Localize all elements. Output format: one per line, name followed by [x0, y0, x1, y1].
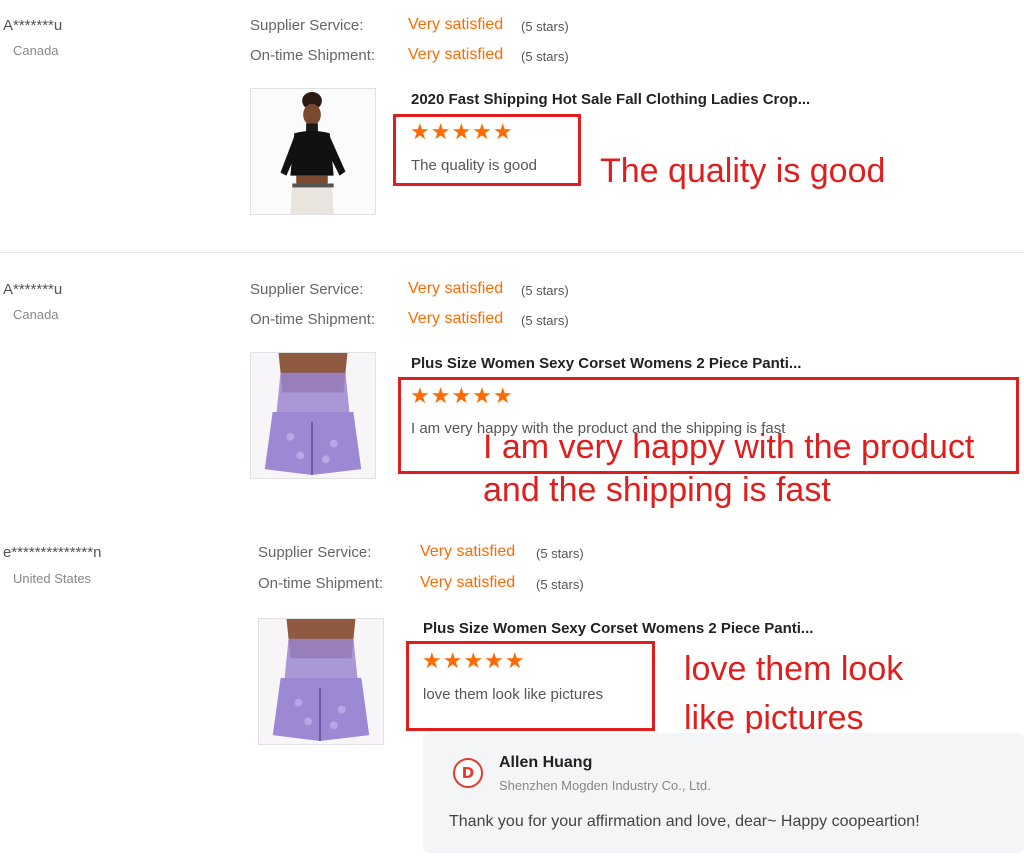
supplier-service-value: Very satisfied — [408, 280, 504, 297]
shipment-stars: (5 stars) — [536, 577, 584, 592]
company-logo-icon: D — [453, 758, 483, 788]
annotation-text: love them look — [684, 650, 904, 688]
reply-company-name: Shenzhen Mogden Industry Co., Ltd. — [499, 778, 711, 793]
annotation-text: and the shipping is fast — [483, 471, 831, 509]
supplier-service-stars: (5 stars) — [536, 546, 584, 561]
highlight-box — [406, 641, 655, 731]
reply-author-name: Allen Huang — [499, 754, 593, 771]
shipment-value: Very satisfied — [408, 46, 504, 63]
shipment-label: On-time Shipment: — [250, 47, 376, 64]
supplier-service-stars: (5 stars) — [521, 283, 569, 298]
supplier-service-value: Very satisfied — [408, 16, 504, 33]
shipment-stars: (5 stars) — [521, 49, 569, 64]
product-image — [251, 89, 375, 214]
reviewer-country: United States — [13, 571, 92, 586]
supplier-service-label: Supplier Service: — [250, 281, 364, 298]
reviewer-country: Canada — [13, 43, 59, 58]
shipment-stars: (5 stars) — [521, 313, 569, 328]
product-title-link[interactable]: Plus Size Women Sexy Corset Womens 2 Pie… — [411, 355, 801, 372]
reviewer-name: e**************n — [3, 544, 102, 561]
shipment-value: Very satisfied — [408, 310, 504, 327]
product-title-link[interactable]: 2020 Fast Shipping Hot Sale Fall Clothin… — [411, 91, 810, 108]
product-image — [259, 619, 383, 744]
shipment-value: Very satisfied — [420, 574, 516, 591]
highlight-box — [393, 114, 581, 186]
product-image — [251, 353, 375, 478]
product-thumbnail[interactable] — [250, 352, 376, 479]
reviewer-name: A*******u — [3, 281, 63, 298]
seller-reply-card: D Allen Huang Shenzhen Mogden Industry C… — [423, 733, 1024, 853]
supplier-service-label: Supplier Service: — [258, 544, 372, 561]
reply-message: Thank you for your affirmation and love,… — [449, 813, 920, 830]
shipment-label: On-time Shipment: — [250, 311, 376, 328]
annotation-text: The quality is good — [600, 152, 886, 190]
reviewer-name: A*******u — [3, 17, 63, 34]
product-thumbnail[interactable] — [250, 88, 376, 215]
review-divider — [0, 252, 1024, 253]
annotation-text: I am very happy with the product — [483, 428, 975, 466]
supplier-service-value: Very satisfied — [420, 543, 516, 560]
shipment-label: On-time Shipment: — [258, 575, 384, 592]
supplier-service-label: Supplier Service: — [250, 17, 364, 34]
product-thumbnail[interactable] — [258, 618, 384, 745]
supplier-service-stars: (5 stars) — [521, 19, 569, 34]
product-title-link[interactable]: Plus Size Women Sexy Corset Womens 2 Pie… — [423, 620, 813, 637]
reviewer-country: Canada — [13, 307, 59, 322]
